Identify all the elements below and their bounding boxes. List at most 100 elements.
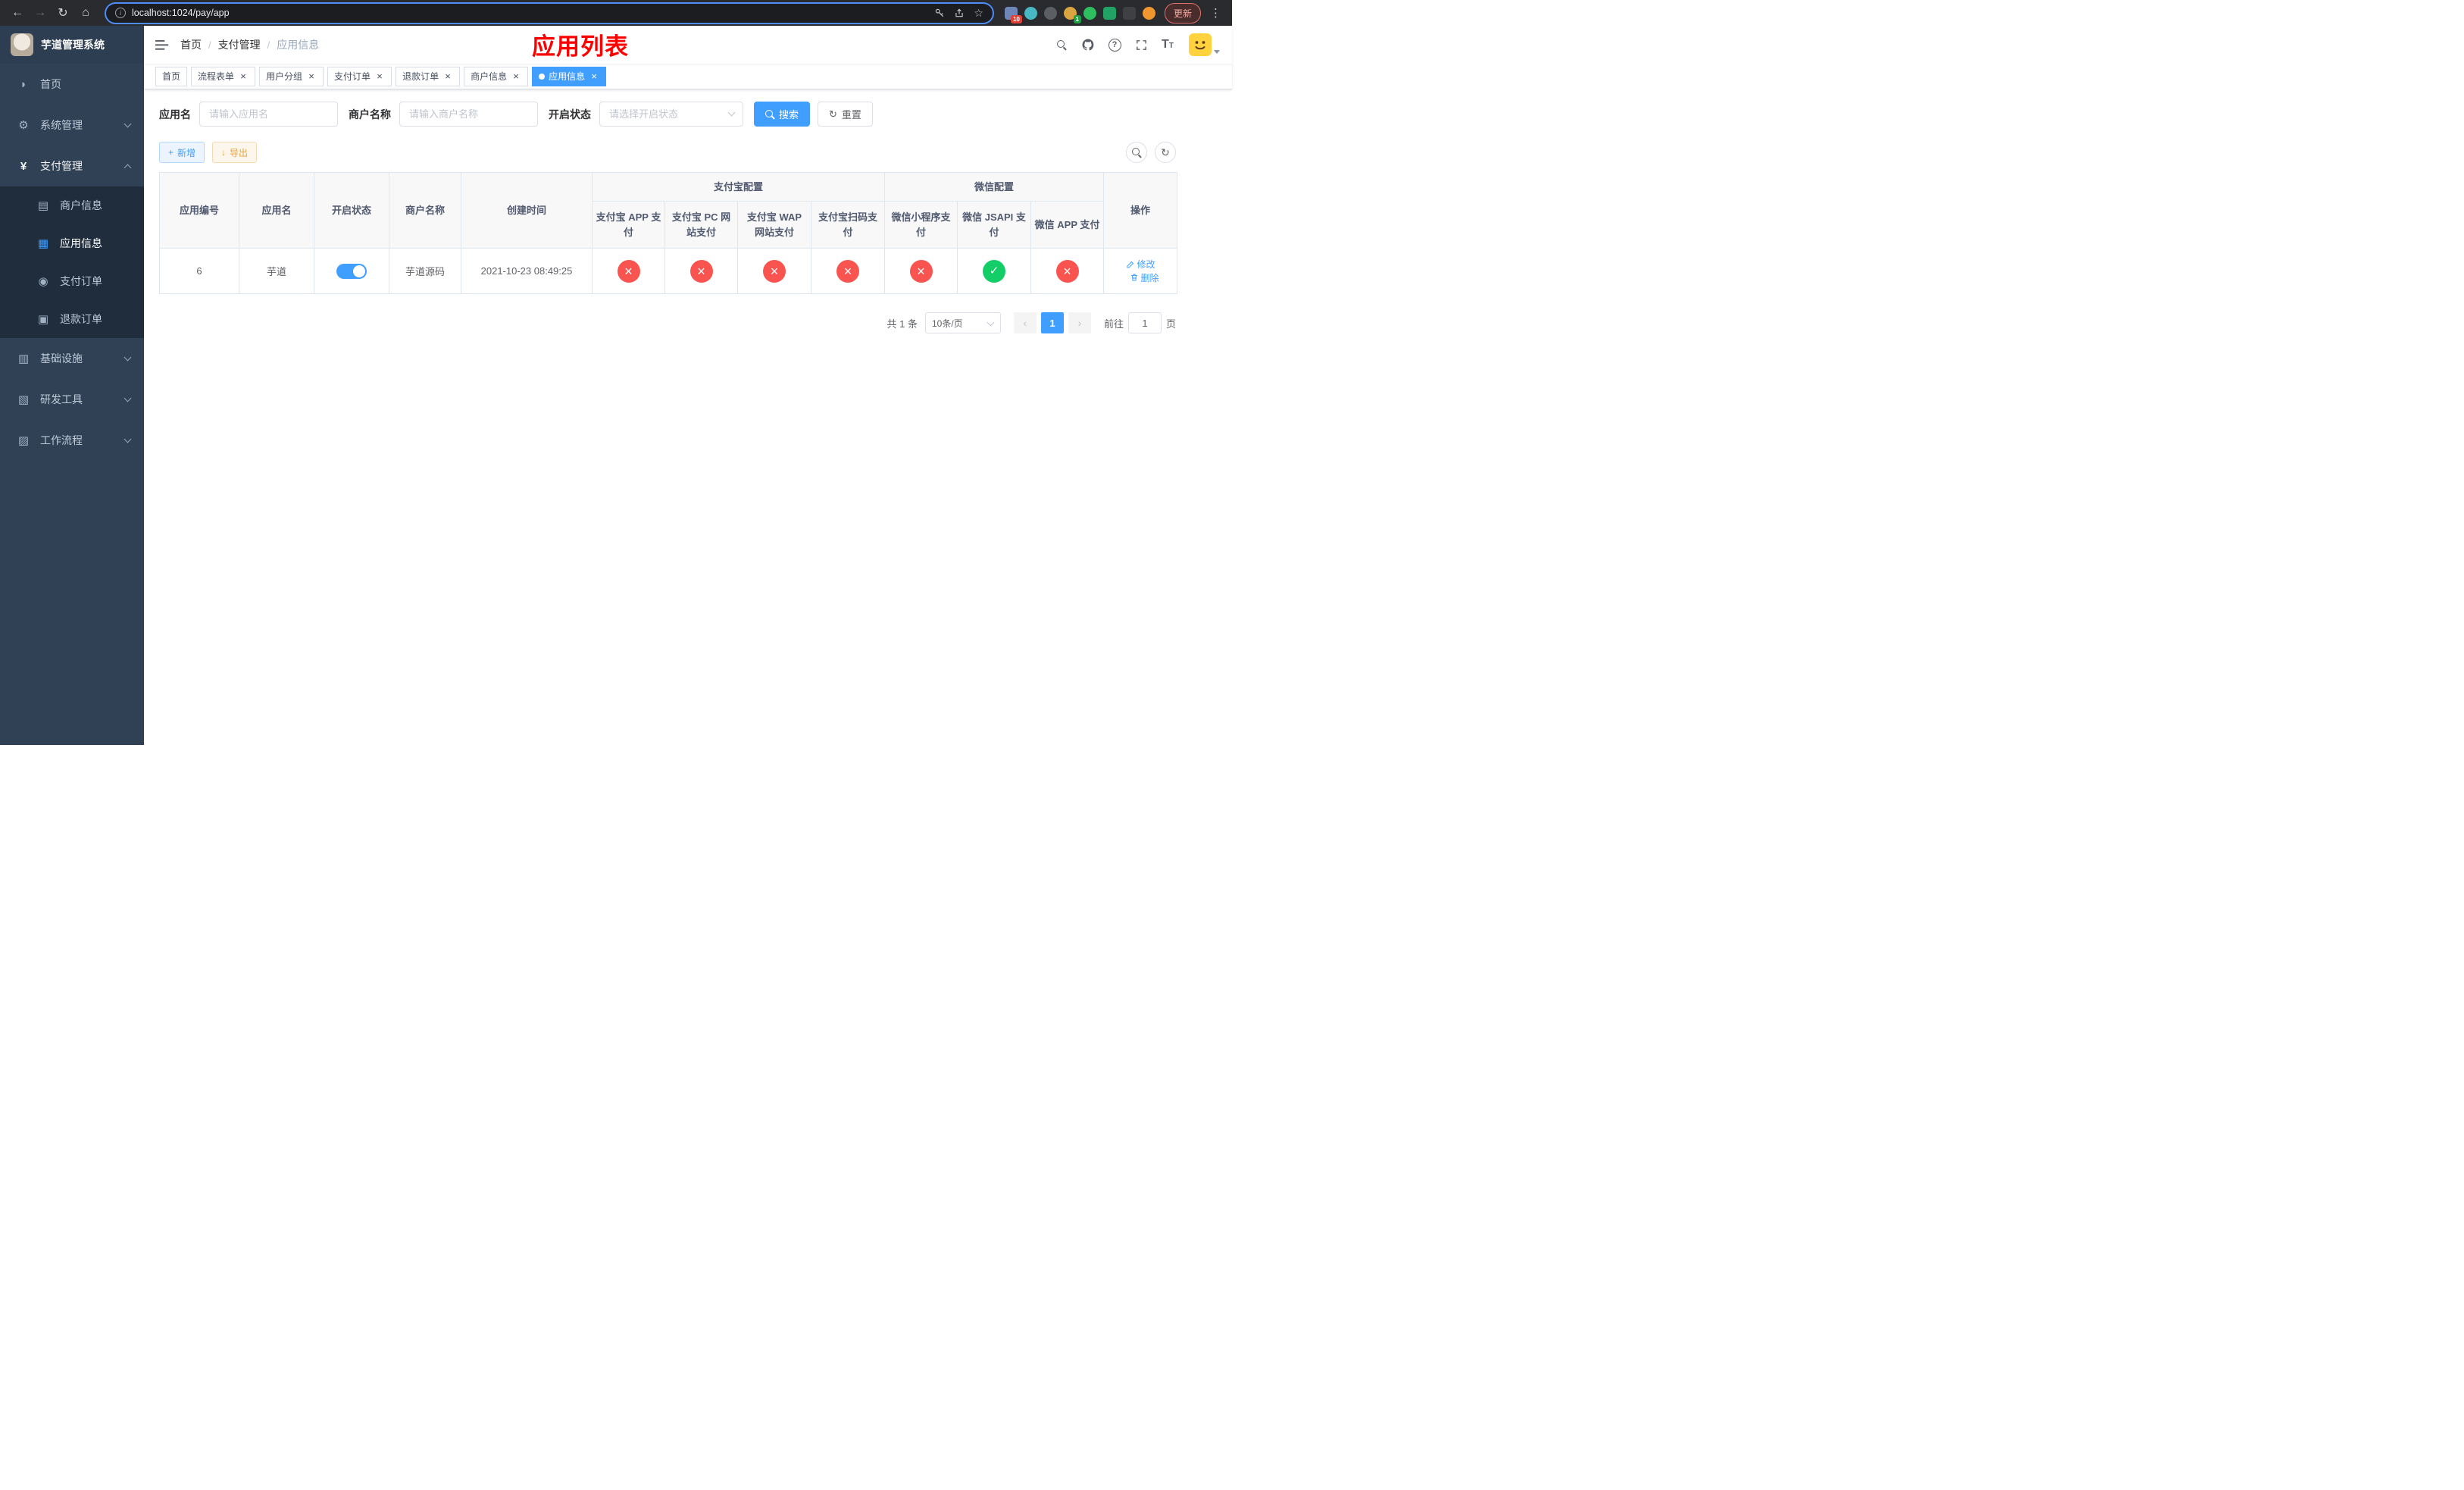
tab-merchant-info[interactable]: 商户信息 × bbox=[464, 66, 529, 86]
chevron-down-icon bbox=[124, 353, 132, 361]
add-button[interactable]: + 新增 bbox=[159, 142, 205, 163]
sidebar-item-app-info[interactable]: ▦ 应用信息 bbox=[0, 224, 144, 262]
sidebar-menu: ◗ 首页 ⚙ 系统管理 ¥ 支付管理 ▤ 商户信息 ▦ 应用信息 ◉ 支付订单 … bbox=[0, 64, 144, 461]
breadcrumb-app-info: 应用信息 bbox=[277, 39, 320, 51]
app-grid-icon: ▦ bbox=[37, 237, 49, 250]
password-key-icon[interactable] bbox=[934, 8, 945, 18]
chevron-up-icon bbox=[124, 164, 132, 172]
merchant-name-input[interactable] bbox=[399, 102, 538, 127]
tab-close-icon[interactable]: × bbox=[374, 71, 385, 82]
fullscreen-icon[interactable] bbox=[1131, 35, 1151, 55]
app-name-label: 应用名 bbox=[159, 108, 191, 121]
search-icon[interactable] bbox=[1052, 35, 1071, 55]
pagination: 共 1 条 10条/页 ‹ 1 › 前往 页 bbox=[159, 312, 1176, 333]
sidebar-item-pay-order[interactable]: ◉ 支付订单 bbox=[0, 262, 144, 300]
tab-close-icon[interactable]: × bbox=[511, 71, 521, 82]
github-icon[interactable] bbox=[1078, 35, 1098, 55]
bookmark-star-icon[interactable]: ☆ bbox=[974, 7, 983, 20]
sidebar-item-payment[interactable]: ¥ 支付管理 bbox=[0, 146, 144, 186]
toggle-search-button[interactable] bbox=[1126, 142, 1147, 163]
extension-icon-4[interactable]: 1 bbox=[1063, 6, 1081, 23]
breadcrumb-payment[interactable]: 支付管理 bbox=[218, 37, 261, 52]
status-select-input[interactable] bbox=[599, 102, 743, 127]
navbar-actions: ? TT bbox=[1052, 33, 1232, 56]
extension-icon-1[interactable]: 10 bbox=[1004, 6, 1022, 23]
top-navbar: 首页 / 支付管理 / 应用信息 应用列表 ? TT bbox=[144, 26, 1232, 64]
page-number-button[interactable]: 1 bbox=[1040, 312, 1064, 333]
tab-close-icon[interactable]: × bbox=[306, 71, 317, 82]
edit-icon bbox=[1127, 261, 1134, 268]
bank-card-icon: ▤ bbox=[37, 199, 49, 212]
extension-badge: 1 bbox=[1073, 14, 1081, 23]
browser-home-button[interactable]: ⌂ bbox=[76, 3, 95, 23]
browser-menu-icon[interactable]: ⋮ bbox=[1204, 6, 1224, 20]
sidebar-toggle-icon[interactable] bbox=[144, 39, 180, 51]
tab-user-group[interactable]: 用户分组 × bbox=[259, 66, 324, 86]
tab-process-form[interactable]: 流程表单 × bbox=[191, 66, 256, 86]
workflow-icon: ▨ bbox=[17, 434, 30, 447]
app-name-input[interactable] bbox=[199, 102, 338, 127]
yen-icon: ¥ bbox=[20, 159, 27, 173]
tab-home[interactable]: 首页 bbox=[155, 66, 188, 86]
page-size-select[interactable]: 10条/页 bbox=[924, 312, 1001, 333]
goto-page-input[interactable] bbox=[1127, 312, 1162, 333]
reset-button[interactable]: ↻ 重置 bbox=[818, 102, 873, 127]
extension-icon-3[interactable] bbox=[1043, 6, 1057, 20]
pagination-total: 共 1 条 bbox=[886, 318, 918, 330]
alipay-wap-status-icon: × bbox=[763, 259, 786, 283]
column-header-alipay-pc: 支付宝 PC 网站支付 bbox=[664, 201, 738, 249]
tab-app-info[interactable]: 应用信息 × bbox=[532, 66, 607, 86]
avatar bbox=[1189, 33, 1212, 56]
extension-icon-5[interactable] bbox=[1083, 6, 1096, 20]
alipay-pc-status-icon: × bbox=[689, 259, 713, 283]
extension-icon-6[interactable] bbox=[1102, 6, 1116, 20]
url-text[interactable]: localhost:1024/pay/app bbox=[132, 8, 230, 18]
help-icon[interactable]: ? bbox=[1105, 35, 1124, 55]
export-button[interactable]: ↓ 导出 bbox=[212, 142, 258, 163]
tab-refund-order[interactable]: 退款订单 × bbox=[396, 66, 461, 86]
address-bar[interactable]: i localhost:1024/pay/app ☆ bbox=[106, 3, 993, 23]
apps-table: 应用编号 应用名 开启状态 商户名称 创建时间 支付宝配置 微信配置 操作 支付… bbox=[159, 172, 1178, 294]
user-avatar-menu[interactable] bbox=[1189, 33, 1220, 56]
logo-avatar bbox=[11, 33, 33, 56]
status-select[interactable] bbox=[599, 102, 743, 127]
sidebar-item-workflow[interactable]: ▨ 工作流程 bbox=[0, 420, 144, 461]
sidebar-item-refund-order[interactable]: ▣ 退款订单 bbox=[0, 300, 144, 338]
tab-close-icon[interactable]: × bbox=[238, 71, 249, 82]
breadcrumb-home[interactable]: 首页 bbox=[180, 37, 202, 52]
tab-close-icon[interactable]: × bbox=[442, 71, 453, 82]
group-header-alipay: 支付宝配置 bbox=[591, 172, 886, 202]
tab-close-icon[interactable]: × bbox=[589, 71, 599, 82]
app-title: 芋道管理系统 bbox=[41, 39, 105, 51]
refresh-table-button[interactable]: ↻ bbox=[1155, 142, 1176, 163]
sidebar-item-home[interactable]: ◗ 首页 bbox=[0, 64, 144, 105]
refresh-icon: ↻ bbox=[829, 108, 837, 120]
status-toggle[interactable] bbox=[336, 263, 367, 279]
prev-page-button[interactable]: ‹ bbox=[1013, 312, 1037, 333]
browser-back-button[interactable]: ← bbox=[8, 3, 27, 23]
extension-icon-8[interactable] bbox=[1142, 6, 1155, 20]
table-row: 6 芋道 芋道源码 2021-10-23 08:49:25 × × × × × … bbox=[159, 248, 1178, 294]
site-info-icon[interactable]: i bbox=[115, 8, 126, 18]
sidebar-item-system[interactable]: ⚙ 系统管理 bbox=[0, 105, 144, 146]
column-header-app-id: 应用编号 bbox=[159, 172, 239, 249]
app-logo[interactable]: 芋道管理系统 bbox=[0, 26, 144, 64]
share-icon[interactable] bbox=[954, 8, 965, 18]
search-button[interactable]: 搜索 bbox=[754, 102, 811, 127]
edit-button[interactable]: 修改 bbox=[1126, 258, 1155, 271]
font-size-icon[interactable]: TT bbox=[1158, 35, 1177, 55]
sidebar-item-merchant-info[interactable]: ▤ 商户信息 bbox=[0, 186, 144, 224]
browser-reload-button[interactable]: ↻ bbox=[53, 3, 73, 23]
sidebar-item-infrastructure[interactable]: ▥ 基础设施 bbox=[0, 338, 144, 379]
chevron-down-icon bbox=[987, 318, 995, 327]
browser-forward-button[interactable]: → bbox=[30, 3, 50, 23]
sidebar-item-dev-tools[interactable]: ▧ 研发工具 bbox=[0, 379, 144, 420]
chevron-down-icon bbox=[124, 394, 132, 402]
browser-update-button[interactable]: 更新 bbox=[1164, 2, 1201, 23]
delete-button[interactable]: 删除 bbox=[1130, 271, 1159, 284]
tab-pay-order[interactable]: 支付订单 × bbox=[327, 66, 392, 86]
extensions-pin-icon[interactable] bbox=[1122, 6, 1136, 20]
pay-order-icon: ◉ bbox=[38, 275, 48, 288]
extension-icon-2[interactable] bbox=[1024, 6, 1037, 20]
next-page-button[interactable]: › bbox=[1068, 312, 1091, 333]
